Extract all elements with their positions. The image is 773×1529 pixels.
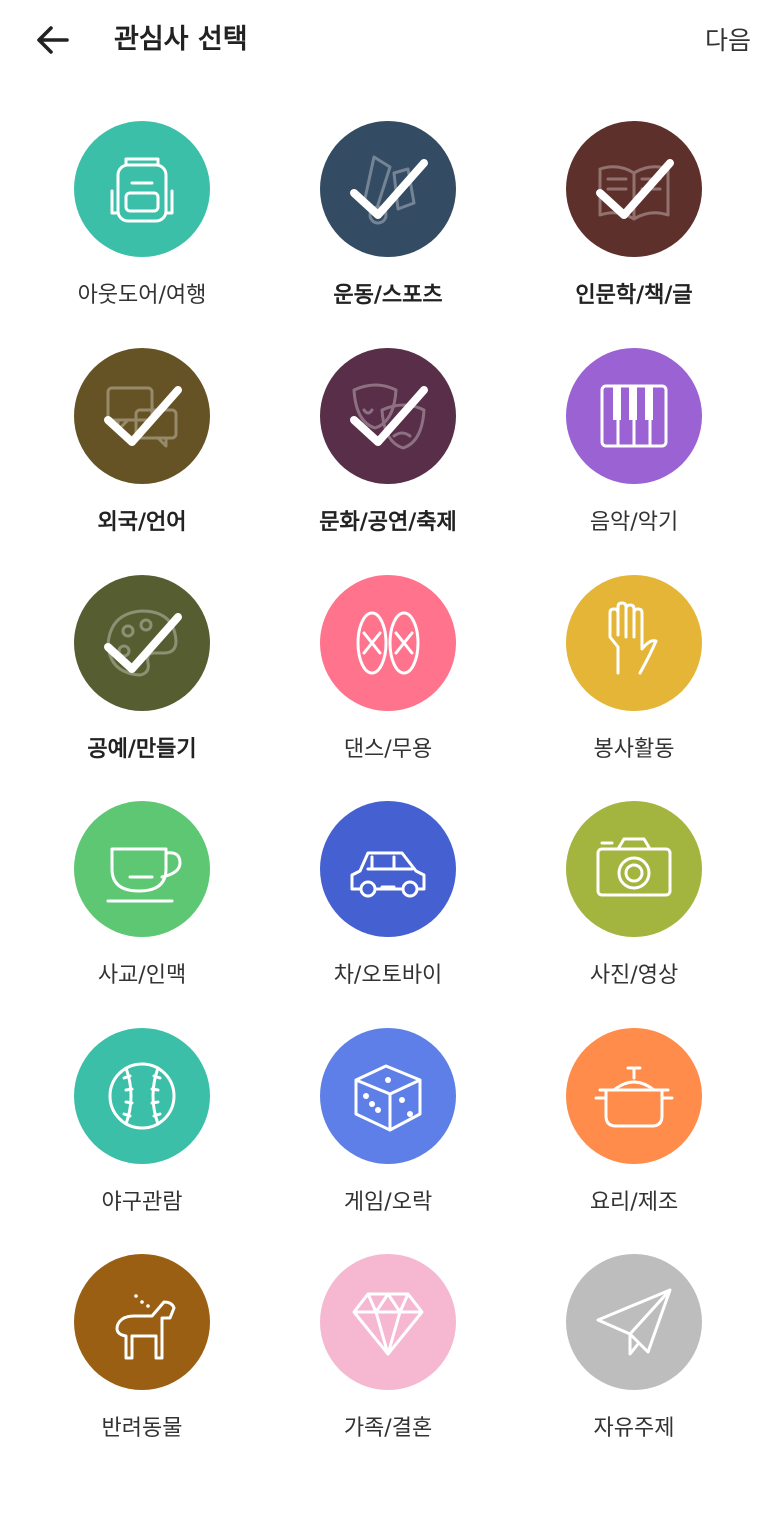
- interest-label: 운동/스포츠: [333, 283, 443, 308]
- coffee-cup-icon: [106, 847, 182, 903]
- baseball-icon: [108, 1062, 176, 1130]
- backpack-icon: [110, 157, 174, 223]
- checkmark-icon: [104, 386, 182, 446]
- interest-tile[interactable]: 게임/오락: [278, 1028, 498, 1228]
- interest-label: 댄스/무용: [343, 737, 433, 762]
- interest-circle: [74, 1254, 210, 1390]
- interest-circle: [74, 801, 210, 937]
- interest-label: 차/오토바이: [333, 963, 443, 988]
- piano-keys-icon: [600, 384, 668, 448]
- checkmark-icon: [350, 159, 428, 219]
- interest-circle: [320, 801, 456, 937]
- dice-icon: [354, 1064, 422, 1132]
- interest-circle: [566, 121, 702, 257]
- interest-circle: [74, 1028, 210, 1164]
- interest-tile[interactable]: 공예/만들기: [32, 575, 252, 775]
- interest-circle: [74, 575, 210, 711]
- interest-tile[interactable]: 차/오토바이: [278, 801, 498, 1001]
- interest-tile[interactable]: 아웃도어/여행: [32, 121, 252, 321]
- interest-tile[interactable]: 음악/악기: [524, 348, 744, 548]
- checkmark-icon: [104, 613, 182, 673]
- interest-circle: [74, 121, 210, 257]
- interest-label: 아웃도어/여행: [77, 283, 207, 308]
- interest-tile[interactable]: 외국/언어: [32, 348, 252, 548]
- interest-label: 게임/오락: [343, 1190, 433, 1215]
- interest-label: 사교/인맥: [97, 963, 187, 988]
- car-icon: [350, 851, 426, 898]
- interest-circle: [320, 348, 456, 484]
- interest-label: 가족/결혼: [343, 1416, 433, 1441]
- ballet-shoes-icon: [356, 611, 420, 675]
- interest-tile[interactable]: 자유주제: [524, 1254, 744, 1454]
- interest-circle: [566, 1254, 702, 1390]
- interest-tile[interactable]: 사진/영상: [524, 801, 744, 1001]
- interest-tile[interactable]: 인문학/책/글: [524, 121, 744, 321]
- interest-label: 반려동물: [101, 1416, 183, 1441]
- interest-circle: [320, 1254, 456, 1390]
- interest-tile[interactable]: 운동/스포츠: [278, 121, 498, 321]
- interest-tile[interactable]: 야구관람: [32, 1028, 252, 1228]
- dog-icon: [115, 1294, 176, 1360]
- interest-tile[interactable]: 댄스/무용: [278, 575, 498, 775]
- paper-plane-icon: [596, 1288, 672, 1356]
- interest-circle: [320, 1028, 456, 1164]
- interest-circle: [566, 348, 702, 484]
- interest-label: 외국/언어: [97, 510, 187, 535]
- interest-tile[interactable]: 반려동물: [32, 1254, 252, 1454]
- interest-circle: [320, 575, 456, 711]
- interest-label: 사진/영상: [589, 963, 679, 988]
- interest-tile[interactable]: 문화/공연/축제: [278, 348, 498, 548]
- interest-circle: [320, 121, 456, 257]
- interest-tile[interactable]: 사교/인맥: [32, 801, 252, 1001]
- interest-grid: 아웃도어/여행 운동/스포츠 인문학/책/글외국/언어 문화/공연/축제 음악/악기공예…: [0, 0, 773, 1529]
- interest-label: 공예/만들기: [87, 737, 197, 762]
- interest-label: 음악/악기: [589, 510, 679, 535]
- interest-tile[interactable]: 요리/제조: [524, 1028, 744, 1228]
- interest-circle: [566, 1028, 702, 1164]
- interest-circle: [566, 801, 702, 937]
- interest-label: 요리/제조: [589, 1190, 679, 1215]
- interest-label: 자유주제: [593, 1416, 675, 1441]
- interest-tile[interactable]: 봉사활동: [524, 575, 744, 775]
- pot-icon: [594, 1066, 674, 1128]
- hand-icon: [608, 601, 658, 675]
- interest-label: 인문학/책/글: [575, 283, 693, 308]
- interest-label: 문화/공연/축제: [319, 510, 457, 535]
- interest-label: 봉사활동: [593, 737, 675, 762]
- interest-circle: [566, 575, 702, 711]
- interest-label: 야구관람: [101, 1190, 183, 1215]
- interest-circle: [74, 348, 210, 484]
- diamond-icon: [352, 1292, 424, 1356]
- interest-tile[interactable]: 가족/결혼: [278, 1254, 498, 1454]
- checkmark-icon: [350, 386, 428, 446]
- camera-icon: [596, 837, 672, 897]
- checkmark-icon: [596, 159, 674, 219]
